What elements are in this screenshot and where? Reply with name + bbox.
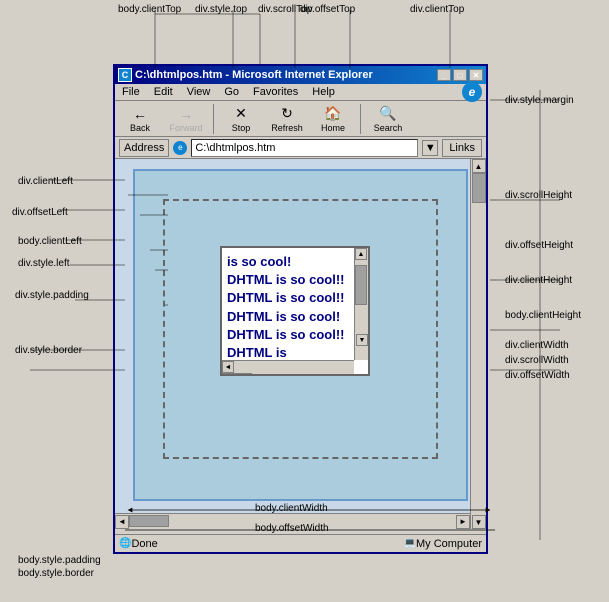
hscroll-thumb[interactable] xyxy=(129,515,169,527)
window-controls[interactable]: _ □ ✕ xyxy=(437,69,483,81)
maximize-button[interactable]: □ xyxy=(453,69,467,81)
label-div-style-padding: div.style.padding xyxy=(15,290,89,301)
label-body-client-width: body.clientWidth xyxy=(255,503,328,514)
search-label: Search xyxy=(374,123,403,133)
label-div-style-top: div.style.top xyxy=(195,4,247,15)
title-bar-left: C C:\dhtmlpos.htm - Microsoft Internet E… xyxy=(118,68,373,82)
inner-scroll-div[interactable]: is so cool!DHTML is so cool!! DHTML is s… xyxy=(220,246,370,376)
ie-title-icon: C xyxy=(118,68,132,82)
address-bar: Address e C:\dhtmlpos.htm ▼ Links xyxy=(115,137,486,159)
label-body-client-left: body.clientLeft xyxy=(18,236,82,247)
back-label: Back xyxy=(130,123,150,133)
inner-vscrollbar[interactable]: ▲ ▼ xyxy=(354,248,368,360)
inner-scroll-thumb[interactable] xyxy=(355,265,367,305)
hscroll-left-arrow[interactable]: ◄ xyxy=(115,515,129,529)
search-button[interactable]: 🔍 Search xyxy=(367,103,409,135)
minimize-button[interactable]: _ xyxy=(437,69,451,81)
label-div-style-left: div.style.left xyxy=(18,258,70,269)
inner-scroll-down[interactable]: ▼ xyxy=(356,334,368,346)
toolbar: ← Back → Forward ✕ Stop ↻ Refresh 🏠 Home xyxy=(115,101,486,137)
content-text: is so cool!DHTML is so cool!! DHTML is s… xyxy=(222,248,368,367)
inner-scroll-up[interactable]: ▲ xyxy=(355,248,367,260)
vscroll-down-arrow[interactable]: ▼ xyxy=(472,515,486,529)
status-text: Done xyxy=(131,538,157,550)
vscroll-thumb[interactable] xyxy=(472,173,486,203)
search-icon: 🔍 xyxy=(379,105,397,123)
label-div-offset-left: div.offsetLeft xyxy=(12,207,68,218)
menu-edit[interactable]: Edit xyxy=(151,85,176,99)
toolbar-separator-2 xyxy=(360,104,361,134)
address-label: Address xyxy=(119,139,169,157)
inner-scroll-left[interactable]: ◄ xyxy=(222,361,234,373)
forward-button[interactable]: → Forward xyxy=(165,103,207,135)
label-div-scroll-height: div.scrollHeight xyxy=(505,190,572,201)
home-label: Home xyxy=(321,123,345,133)
menu-go[interactable]: Go xyxy=(221,85,242,99)
home-icon: 🏠 xyxy=(324,105,342,123)
forward-label: Forward xyxy=(169,123,202,133)
middle-div-box: is so cool!DHTML is so cool!! DHTML is s… xyxy=(163,199,438,459)
stop-label: Stop xyxy=(232,123,251,133)
window-title: C:\dhtmlpos.htm - Microsoft Internet Exp… xyxy=(135,69,373,81)
vscroll-track xyxy=(472,173,486,515)
label-body-client-height: body.clientHeight xyxy=(505,310,581,321)
menu-bar: File Edit View Go Favorites Help e xyxy=(115,84,486,101)
label-div-client-width: div.clientWidth xyxy=(505,340,569,351)
status-icon: 🌐 xyxy=(119,538,131,549)
home-button[interactable]: 🏠 Home xyxy=(312,103,354,135)
label-body-offset-width: body.offsetWidth xyxy=(255,523,329,534)
menu-help[interactable]: Help xyxy=(309,85,338,99)
title-bar: C C:\dhtmlpos.htm - Microsoft Internet E… xyxy=(115,66,486,84)
hscroll-right-arrow[interactable]: ► xyxy=(456,515,470,529)
address-ie-icon: e xyxy=(173,141,187,155)
stop-button[interactable]: ✕ Stop xyxy=(220,103,262,135)
diagram-container: C C:\dhtmlpos.htm - Microsoft Internet E… xyxy=(0,0,609,602)
links-button[interactable]: Links xyxy=(442,139,482,157)
outer-div-box: is so cool!DHTML is so cool!! DHTML is s… xyxy=(133,169,468,501)
label-div-client-left: div.clientLeft xyxy=(18,176,73,187)
vscroll-up-arrow[interactable]: ▲ xyxy=(472,159,486,173)
inner-hscrollbar[interactable]: ◄ ► xyxy=(222,360,354,374)
refresh-label: Refresh xyxy=(271,123,303,133)
back-button[interactable]: ← Back xyxy=(119,103,161,135)
close-button[interactable]: ✕ xyxy=(469,69,483,81)
label-div-offset-height: div.offsetHeight xyxy=(505,240,573,251)
label-body-style-border: body.style.border xyxy=(18,568,94,579)
forward-icon: → xyxy=(177,105,195,123)
refresh-button[interactable]: ↻ Refresh xyxy=(266,103,308,135)
label-div-client-height: div.clientHeight xyxy=(505,275,572,286)
status-bar: 🌐 Done 💻 My Computer xyxy=(115,534,486,552)
label-body-client-top: body.clientTop xyxy=(118,4,181,15)
menu-file[interactable]: File xyxy=(119,85,143,99)
inner-scroll-hthumb[interactable] xyxy=(222,373,252,376)
computer-icon: 💻 xyxy=(404,538,416,549)
menu-favorites[interactable]: Favorites xyxy=(250,85,301,99)
label-div-offset-width: div.offsetWidth xyxy=(505,370,570,381)
label-div-scroll-width: div.scrollWidth xyxy=(505,355,569,366)
stop-icon: ✕ xyxy=(232,105,250,123)
menu-view[interactable]: View xyxy=(184,85,214,99)
browser-vscrollbar[interactable]: ▲ ▼ xyxy=(470,159,486,529)
ie-logo: e xyxy=(462,82,482,102)
zone-text: My Computer xyxy=(416,538,482,550)
address-input[interactable]: C:\dhtmlpos.htm xyxy=(191,139,418,157)
back-icon: ← xyxy=(131,105,149,123)
toolbar-separator-1 xyxy=(213,104,214,134)
ie-browser-window: C C:\dhtmlpos.htm - Microsoft Internet E… xyxy=(113,64,488,554)
label-div-style-margin: div.style.margin xyxy=(505,95,574,106)
address-dropdown-arrow[interactable]: ▼ xyxy=(422,140,438,156)
label-div-offset-top: div.offsetTop xyxy=(300,4,355,15)
browser-content: is so cool!DHTML is so cool!! DHTML is s… xyxy=(115,159,486,529)
label-div-style-border: div.style.border xyxy=(15,345,82,356)
label-body-style-padding: body.style.padding xyxy=(18,555,101,566)
refresh-icon: ↻ xyxy=(278,105,296,123)
label-div-client-top-right: div.clientTop xyxy=(410,4,464,15)
